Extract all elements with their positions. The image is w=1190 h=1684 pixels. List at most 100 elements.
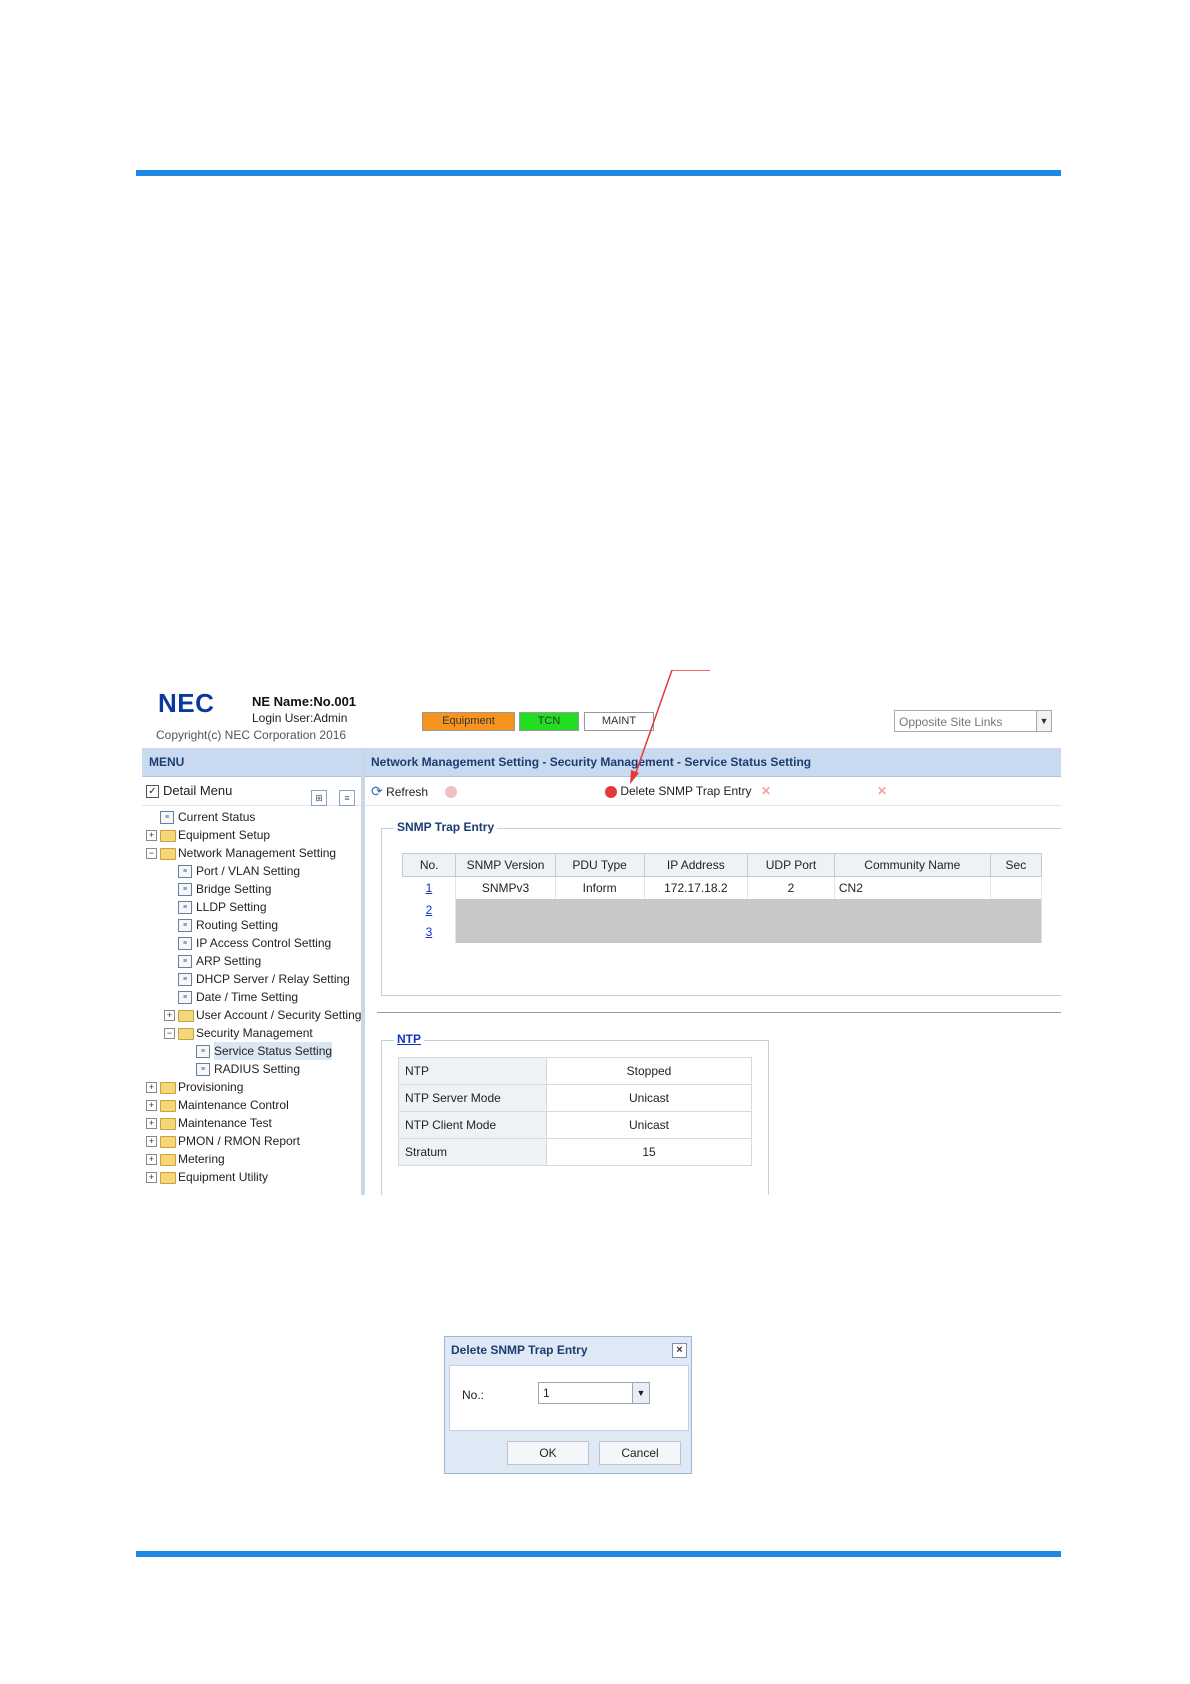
delete-icon (605, 785, 617, 798)
menu-item[interactable]: ≡ RADIUS Setting (142, 1060, 361, 1078)
menu-item[interactable]: ≡ ARP Setting (142, 952, 361, 970)
create-disabled-button (445, 777, 457, 805)
trap-cell-sec (990, 876, 1043, 899)
ntp-value: Unicast (546, 1111, 752, 1139)
menu-item[interactable]: − Network Management Setting (142, 844, 361, 862)
menu-item[interactable]: + Provisioning (142, 1078, 361, 1096)
ntp-key: Stratum (398, 1138, 547, 1166)
delete-snmp-trap-dialog: Delete SNMP Trap Entry × No.: 1 ▼ OK Can… (444, 1336, 692, 1474)
col-no: No. (401, 853, 457, 877)
opposite-site-select[interactable]: Opposite Site Links ▼ (894, 710, 1052, 732)
menu-item-label: Equipment Utility (178, 1170, 269, 1184)
top-rule (136, 170, 1061, 176)
chevron-down-icon[interactable]: ▼ (632, 1383, 649, 1403)
menu-item[interactable]: ≡ DHCP Server / Relay Setting (142, 970, 361, 988)
page-icon: ≡ (178, 883, 192, 896)
ne-name: NE Name:No.001 (252, 694, 357, 709)
menu-item-label: DHCP Server / Relay Setting (196, 972, 350, 986)
snmp-trap-legend: SNMP Trap Entry (394, 820, 498, 834)
cancel-button[interactable]: Cancel (599, 1441, 681, 1465)
menu-item[interactable]: − Security Management (142, 1024, 361, 1042)
menu-item[interactable]: + User Account / Security Setting (142, 1006, 361, 1024)
menu-item[interactable]: ≡ Routing Setting (142, 916, 361, 934)
page-icon: ≡ (196, 1045, 210, 1058)
menu-item[interactable]: ≡ Current Status (142, 808, 361, 826)
expand-all-icon[interactable]: ⊞ (311, 790, 327, 806)
page-icon: ≡ (178, 865, 192, 878)
menu-item[interactable]: + Maintenance Control (142, 1096, 361, 1114)
menu-item-label: Equipment Setup (178, 828, 271, 842)
menu-item-label: Routing Setting (196, 918, 279, 932)
trap-row-link[interactable]: 1 (402, 876, 457, 899)
no-field-label: No.: (462, 1388, 485, 1402)
close-disabled-icon: ✕ (877, 784, 888, 798)
folder-icon (160, 830, 176, 842)
page-icon: ≡ (178, 973, 192, 986)
expand-icon[interactable]: + (146, 1082, 157, 1093)
detail-menu-toggle[interactable]: ✓ Detail Menu ⊞ ≡ (142, 777, 361, 806)
no-select[interactable]: 1 ▼ (538, 1382, 650, 1404)
col-udp-port: UDP Port (747, 853, 835, 877)
menu-item[interactable]: ≡ Port / VLAN Setting (142, 862, 361, 880)
page-icon: ≡ (178, 901, 192, 914)
delete-snmp-trap-button[interactable]: Delete SNMP Trap Entry (605, 777, 752, 805)
refresh-label: Refresh (386, 785, 429, 799)
tcn-status-button[interactable]: TCN (519, 712, 579, 731)
maint-status-button[interactable]: MAINT (584, 712, 654, 731)
trap-row-link[interactable]: 2 (402, 899, 457, 921)
collapse-icon[interactable]: − (146, 848, 157, 859)
expand-icon[interactable]: + (164, 1010, 175, 1021)
app-screenshot: NEC NE Name:No.001 Login User:Admin Copy… (142, 670, 1061, 1195)
ntp-legend-link[interactable]: NTP (394, 1032, 424, 1046)
col-pdu-type: PDU Type (554, 853, 645, 877)
ok-button[interactable]: OK (507, 1441, 589, 1465)
expand-icon[interactable]: + (146, 1136, 157, 1147)
menu-item[interactable]: + Metering (142, 1150, 361, 1168)
equipment-status-button[interactable]: Equipment (422, 712, 515, 731)
page-icon: ≡ (196, 1063, 210, 1076)
expand-icon[interactable]: + (146, 1172, 157, 1183)
expand-icon[interactable]: + (146, 830, 157, 841)
page-icon: ≡ (178, 991, 192, 1004)
ntp-key: NTP Client Mode (398, 1111, 547, 1139)
close-disabled-icon: ✕ (761, 784, 772, 798)
detail-menu-checkbox[interactable]: ✓ (146, 785, 159, 799)
refresh-button[interactable]: ⟳ Refresh (371, 777, 428, 806)
menu-item-label: Provisioning (178, 1080, 244, 1094)
expand-icon[interactable]: + (146, 1118, 157, 1129)
ntp-table: NTP Stopped NTP Server Mode Unicast NTP Cl… (398, 1057, 752, 1166)
ntp-fieldset: NTP NTP Stopped NTP Server Mode Unicast NT… (381, 1032, 769, 1195)
menu-item-label: User Account / Security Setting (196, 1008, 362, 1022)
chevron-down-icon[interactable]: ▼ (1036, 711, 1051, 731)
menu-item-label: Security Management (196, 1026, 313, 1040)
folder-icon (160, 848, 176, 860)
menu-title: MENU (142, 748, 361, 777)
trap-row-link[interactable]: 3 (402, 921, 457, 943)
dialog-body: No.: 1 ▼ (449, 1365, 689, 1431)
page-icon: ≡ (178, 937, 192, 950)
menu-item[interactable]: + PMON / RMON Report (142, 1132, 361, 1150)
menu-item[interactable]: + Equipment Utility (142, 1168, 361, 1186)
trap-cell-version: SNMPv3 (455, 876, 556, 899)
close-icon[interactable]: × (672, 1343, 687, 1358)
menu-item-label: Network Management Setting (178, 846, 337, 860)
collapse-icon[interactable]: − (164, 1028, 175, 1039)
folder-icon (160, 1082, 176, 1094)
menu-item[interactable]: ≡ IP Access Control Setting (142, 934, 361, 952)
ntp-value: Stopped (546, 1057, 752, 1085)
expand-icon[interactable]: + (146, 1154, 157, 1165)
menu-item[interactable]: ≡ Date / Time Setting (142, 988, 361, 1006)
collapse-all-icon[interactable]: ≡ (339, 790, 355, 806)
menu-item[interactable]: + Maintenance Test (142, 1114, 361, 1132)
page-breadcrumb: Network Management Setting - Security Ma… (365, 748, 1061, 777)
ntp-value: 15 (546, 1138, 752, 1166)
expand-icon[interactable]: + (146, 1100, 157, 1111)
menu-item[interactable]: ≡ Service Status Setting (142, 1042, 361, 1060)
menu-item-label: LLDP Setting (196, 900, 267, 914)
opposite-site-select-value: Opposite Site Links (899, 715, 1003, 729)
ntp-key: NTP Server Mode (398, 1084, 547, 1112)
menu-item[interactable]: ≡ LLDP Setting (142, 898, 361, 916)
menu-item[interactable]: ≡ Bridge Setting (142, 880, 361, 898)
menu-item[interactable]: + Equipment Setup (142, 826, 361, 844)
toolbar: ⟳ Refresh Delete SNMP Trap Entry ✕ ✕ (365, 777, 1061, 806)
